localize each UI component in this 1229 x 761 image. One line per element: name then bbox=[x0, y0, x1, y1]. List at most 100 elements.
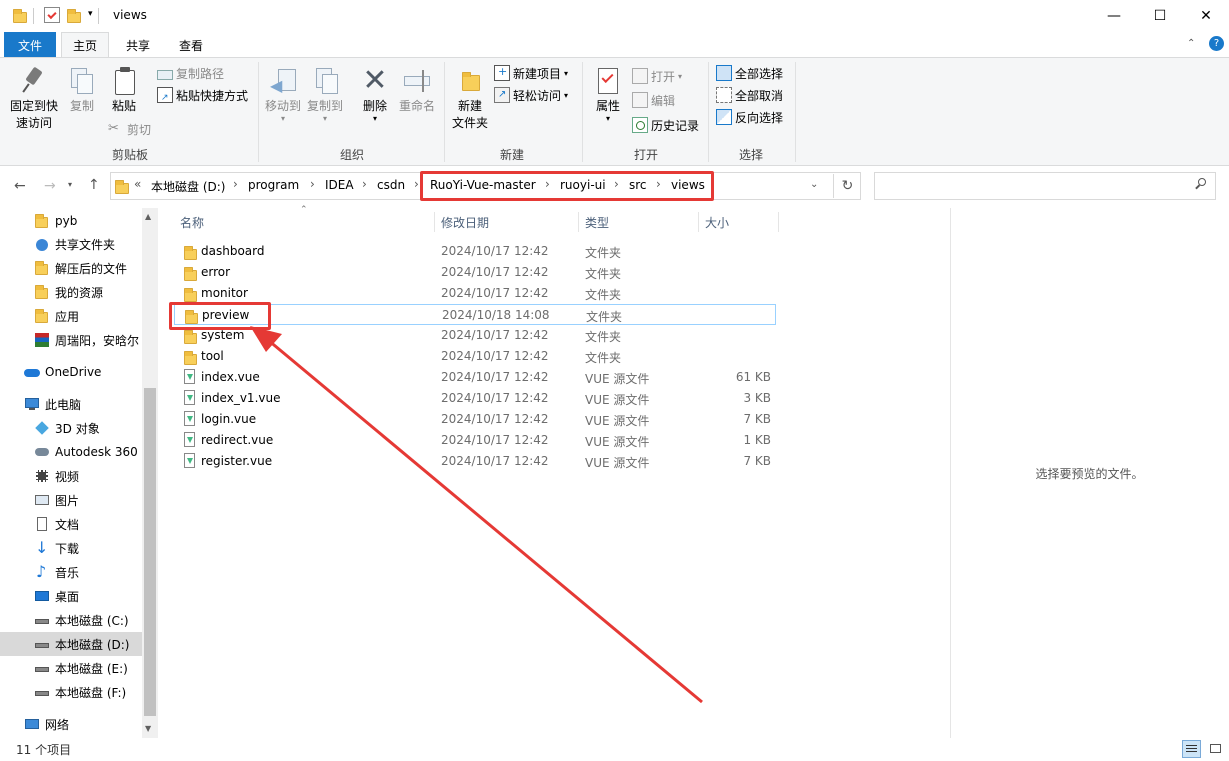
file-row[interactable]: error 2024/10/17 12:42 文件夹 bbox=[174, 262, 776, 283]
file-name: dashboard bbox=[201, 244, 265, 258]
open-button[interactable]: 打开 ▾ bbox=[632, 66, 682, 86]
column-header-type[interactable]: 类型 bbox=[585, 208, 685, 236]
chevron-right-icon[interactable]: › bbox=[310, 177, 315, 191]
sidebar-item[interactable]: 我的资源 bbox=[0, 280, 142, 304]
sidebar-item[interactable]: OneDrive bbox=[0, 360, 142, 384]
sidebar-item[interactable]: 应用 bbox=[0, 304, 142, 328]
pin-quick-access-button[interactable]: 固定到快 速访问 bbox=[8, 66, 60, 132]
tab-view[interactable]: 查看 bbox=[170, 32, 212, 58]
sidebar-item[interactable]: 文档 bbox=[0, 512, 142, 536]
sidebar-item[interactable]: 本地磁盘 (F:) bbox=[0, 680, 142, 704]
chevron-right-icon[interactable]: › bbox=[233, 177, 238, 191]
paste-shortcut-button[interactable]: ↗ 粘贴快捷方式 bbox=[157, 85, 248, 105]
sidebar-item[interactable]: 视频 bbox=[0, 464, 142, 488]
invert-selection-button[interactable]: 反向选择 bbox=[716, 107, 783, 127]
copy-path-button[interactable]: 复制路径 bbox=[157, 63, 224, 83]
forward-arrow-icon[interactable]: → bbox=[44, 178, 56, 194]
column-header-date[interactable]: 修改日期 bbox=[441, 208, 571, 236]
sidebar-item[interactable]: 本地磁盘 (D:) bbox=[0, 632, 142, 656]
divider[interactable] bbox=[698, 212, 699, 232]
tab-home[interactable]: 主页 bbox=[61, 32, 109, 58]
close-button[interactable]: ✕ bbox=[1183, 0, 1229, 32]
overflow-icon[interactable]: « bbox=[134, 177, 141, 191]
sidebar-item[interactable]: ↓ 下载 bbox=[0, 536, 142, 560]
new-folder-quick-icon[interactable] bbox=[66, 7, 82, 23]
sidebar-item[interactable]: ♪ 音乐 bbox=[0, 560, 142, 584]
select-none-button[interactable]: 全部取消 bbox=[716, 85, 783, 105]
file-row[interactable]: login.vue 2024/10/17 12:42 VUE 源文件 7 KB bbox=[174, 409, 776, 430]
back-arrow-icon[interactable]: ← bbox=[14, 178, 26, 194]
collapse-ribbon-icon[interactable]: ⌃ bbox=[1187, 38, 1195, 49]
sidebar-item[interactable]: 本地磁盘 (E:) bbox=[0, 656, 142, 680]
sidebar-item[interactable]: 网络 bbox=[0, 712, 142, 736]
details-view-icon[interactable] bbox=[1182, 740, 1201, 758]
sidebar-item-label: Autodesk 360 bbox=[55, 445, 138, 459]
paste-label: 粘贴 bbox=[111, 99, 136, 113]
sidebar-item[interactable]: 3D 对象 bbox=[0, 416, 142, 440]
sidebar-item[interactable]: 周瑞阳，安晗尔 bbox=[0, 328, 142, 352]
scroll-up-icon[interactable]: ▲ bbox=[145, 212, 151, 221]
sidebar-item[interactable]: 解压后的文件 bbox=[0, 256, 142, 280]
file-row[interactable]: monitor 2024/10/17 12:42 文件夹 bbox=[174, 283, 776, 304]
sidebar-item[interactable]: 桌面 bbox=[0, 584, 142, 608]
move-to-button[interactable]: ◀ 移动到 ▾ bbox=[262, 66, 304, 123]
rename-button[interactable]: 重命名 bbox=[396, 66, 438, 115]
cut-button[interactable]: ✂ 剪切 bbox=[108, 119, 151, 139]
new-item-button[interactable]: + 新建项目 ▾ bbox=[494, 63, 568, 83]
search-icon[interactable] bbox=[1195, 178, 1207, 190]
breadcrumb-program[interactable]: program bbox=[248, 178, 299, 192]
select-group-label: 选择 bbox=[738, 148, 763, 162]
chevron-right-icon[interactable]: › bbox=[362, 177, 367, 191]
paste-button[interactable]: 粘贴 bbox=[106, 66, 142, 115]
refresh-icon[interactable]: ↻ bbox=[833, 174, 861, 198]
up-arrow-icon[interactable]: ↑ bbox=[88, 177, 100, 193]
divider[interactable] bbox=[578, 212, 579, 232]
video-icon bbox=[34, 468, 50, 484]
copy-button[interactable]: 复制 bbox=[64, 66, 100, 115]
divider[interactable] bbox=[778, 212, 779, 232]
properties-button[interactable]: 属性 ▾ bbox=[590, 66, 626, 123]
tab-file[interactable]: 文件 bbox=[4, 32, 56, 58]
address-dropdown-icon[interactable]: ⌄ bbox=[810, 179, 818, 190]
sidebar-item[interactable]: 图片 bbox=[0, 488, 142, 512]
select-all-button[interactable]: 全部选择 bbox=[716, 63, 783, 83]
search-input[interactable] bbox=[874, 172, 1216, 200]
file-name: register.vue bbox=[201, 454, 273, 468]
delete-button[interactable]: ✕ 删除 ▾ bbox=[357, 66, 393, 123]
sidebar-item[interactable]: 本地磁盘 (C:) bbox=[0, 608, 142, 632]
customize-quick-access-icon[interactable]: ▾ bbox=[88, 9, 93, 19]
breadcrumb-csdn[interactable]: csdn bbox=[377, 178, 405, 192]
easy-access-button[interactable]: ↗ 轻松访问 ▾ bbox=[494, 85, 568, 105]
file-row[interactable]: index.vue 2024/10/17 12:42 VUE 源文件 61 KB bbox=[174, 367, 776, 388]
recent-locations-icon[interactable]: ▾ bbox=[68, 180, 72, 189]
maximize-button[interactable]: ☐ bbox=[1137, 0, 1183, 32]
breadcrumb-d-drive[interactable]: 本地磁盘 (D:) bbox=[151, 178, 225, 195]
file-row[interactable]: index_v1.vue 2024/10/17 12:42 VUE 源文件 3 KB bbox=[174, 388, 776, 409]
column-header-name[interactable]: 名称 bbox=[180, 208, 430, 236]
history-button[interactable]: 历史记录 bbox=[632, 115, 699, 135]
edit-button[interactable]: 编辑 bbox=[632, 90, 675, 110]
chevron-right-icon[interactable]: › bbox=[414, 177, 419, 191]
breadcrumb-idea[interactable]: IDEA bbox=[325, 178, 354, 192]
minimize-button[interactable]: — bbox=[1091, 0, 1137, 32]
file-row[interactable]: dashboard 2024/10/17 12:42 文件夹 bbox=[174, 241, 776, 262]
sidebar-item[interactable]: Autodesk 360 bbox=[0, 440, 142, 464]
large-icons-view-icon[interactable] bbox=[1206, 740, 1225, 758]
scroll-down-icon[interactable]: ▼ bbox=[145, 724, 151, 733]
sidebar-item[interactable]: 共享文件夹 bbox=[0, 232, 142, 256]
sidebar-item[interactable]: 此电脑 bbox=[0, 392, 142, 416]
new-folder-button[interactable]: 新建 文件夹 bbox=[449, 66, 491, 132]
sidebar-item[interactable]: pyb bbox=[0, 209, 142, 233]
file-row[interactable]: tool 2024/10/17 12:42 文件夹 bbox=[174, 346, 776, 367]
properties-quick-icon[interactable] bbox=[44, 7, 60, 23]
sidebar-item-label: 视频 bbox=[55, 469, 80, 484]
copy-to-button[interactable]: 复制到 ▾ bbox=[304, 66, 346, 123]
column-header-size[interactable]: 大小 bbox=[705, 208, 765, 236]
help-icon[interactable]: ? bbox=[1209, 36, 1224, 51]
nav-scroll-thumb[interactable] bbox=[144, 388, 156, 716]
file-row[interactable]: redirect.vue 2024/10/17 12:42 VUE 源文件 1 KB bbox=[174, 430, 776, 451]
divider[interactable] bbox=[434, 212, 435, 232]
file-name: index_v1.vue bbox=[201, 391, 281, 405]
file-row[interactable]: register.vue 2024/10/17 12:42 VUE 源文件 7 KB bbox=[174, 451, 776, 472]
tab-share[interactable]: 共享 bbox=[117, 32, 159, 58]
